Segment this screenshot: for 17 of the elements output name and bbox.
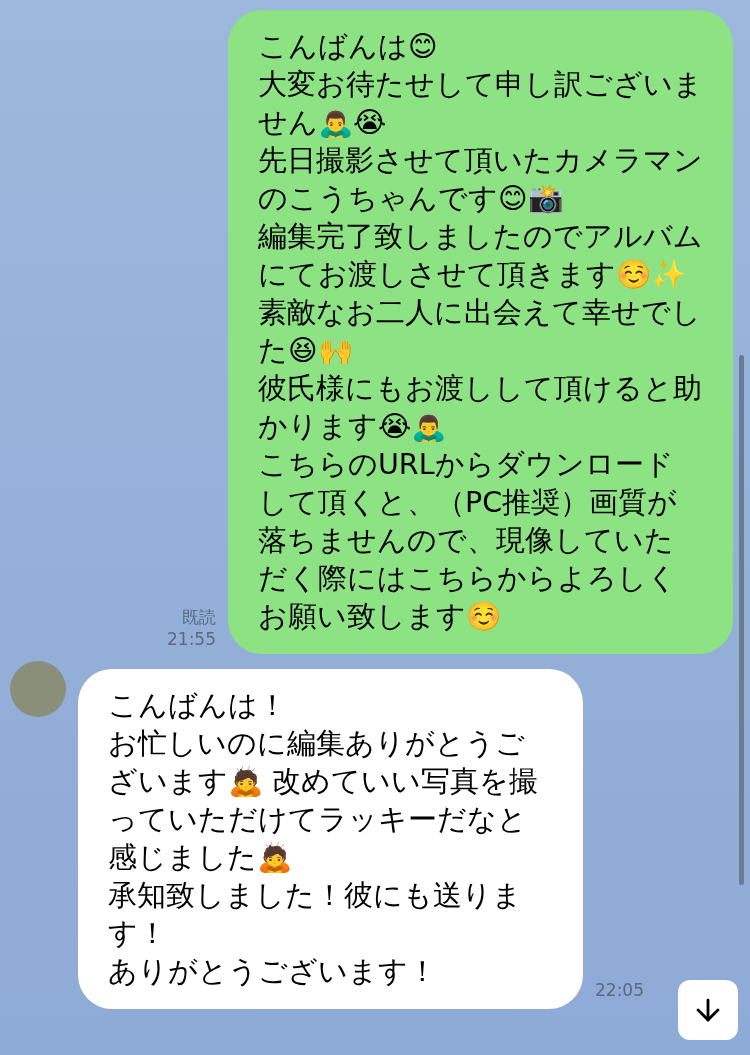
message-text: 先日撮影させて頂いたカメラマンのこうちゃんです😊📸 (258, 143, 703, 217)
message-text: ありがとうございます！ (108, 954, 438, 990)
scrollbar[interactable] (739, 355, 744, 885)
message-text: 彼氏様にもお渡しして頂けると助かります😭🙇‍♂ (258, 371, 703, 445)
message-text: お忙しいのに編集ありがとうございます🙇 改めていい写真を撮っていただけてラッキーだなと感じました🙇 (108, 726, 540, 876)
message-text: こんばんは！ (108, 688, 288, 724)
message-text: 編集完了致しましたのでアルバムにてお渡しさせて頂きます☺✨ (258, 219, 703, 293)
read-receipt: 既読 (182, 606, 216, 628)
message-text: 承知致しました！彼にも送ります！ (108, 878, 523, 952)
message-text: 素敵なお二人に出会えて幸せでした😆🙌 (258, 295, 702, 369)
message-text: こちらのURLからダウンロードして頂くと、（PC推奨）画質が落ちませんので、現像していただく際にはこちらからよろしくお願い致します☺ (258, 447, 679, 635)
avatar[interactable] (10, 661, 66, 717)
scroll-down-button[interactable] (678, 980, 738, 1040)
message-text: 大変お待たせして申し訳ございません🙇‍♂😭 (258, 67, 703, 141)
message-time: 22:05 (595, 979, 644, 1001)
message-time: 21:55 (167, 628, 216, 650)
message-text: こんばんは😊 (258, 29, 439, 65)
